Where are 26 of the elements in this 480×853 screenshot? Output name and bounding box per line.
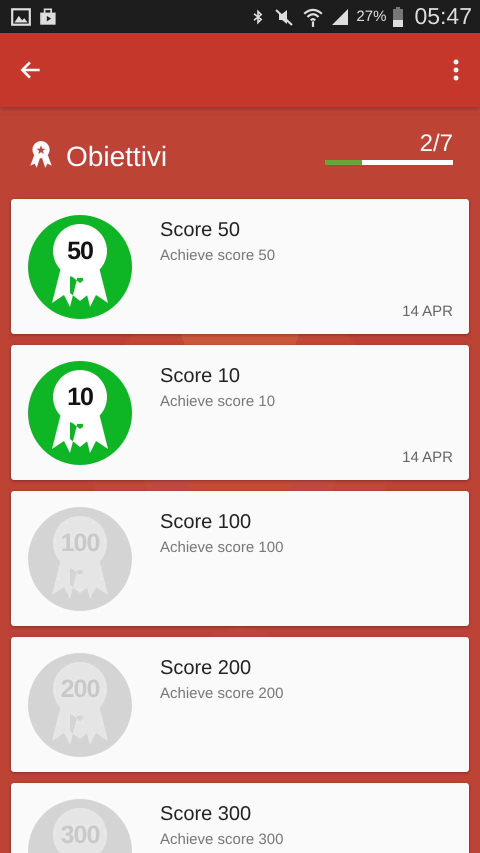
achievement-title: Score 10 — [160, 365, 242, 388]
clock: 05:47 — [414, 3, 472, 30]
award-icon — [28, 139, 54, 169]
achievement-card[interactable]: 50 Score 50 Achieve score 50 14 APR — [11, 199, 469, 334]
battery-icon — [392, 6, 404, 28]
wifi-icon — [302, 6, 324, 28]
image-icon — [10, 6, 32, 28]
unlock-date: 14 APR — [402, 303, 453, 320]
achievement-description: Achieve score 300 — [160, 831, 284, 848]
achievement-card[interactable]: 10 Score 10 Achieve score 10 14 APR — [11, 345, 469, 480]
section-title: Obiettivi — [66, 141, 168, 173]
achievement-description: Achieve score 100 — [160, 539, 284, 556]
achievement-title: Score 300 — [160, 803, 252, 826]
more-vertical-icon — [452, 58, 460, 82]
achievement-title: Score 50 — [160, 219, 242, 242]
achievement-title: Score 100 — [160, 511, 252, 534]
achievement-description: Achieve score 50 — [160, 247, 276, 264]
achievement-title: Score 200 — [160, 657, 252, 680]
unlock-date: 14 APR — [402, 449, 453, 466]
progress-count: 2/7 — [420, 132, 453, 156]
achievement-description: Achieve score 10 — [160, 393, 276, 410]
battery-percentage: 27% — [356, 8, 386, 25]
signal-icon — [330, 6, 350, 26]
badge-number: 10 — [67, 382, 93, 412]
achievement-description: Achieve score 200 — [160, 685, 284, 702]
badge-number: 50 — [67, 236, 93, 266]
